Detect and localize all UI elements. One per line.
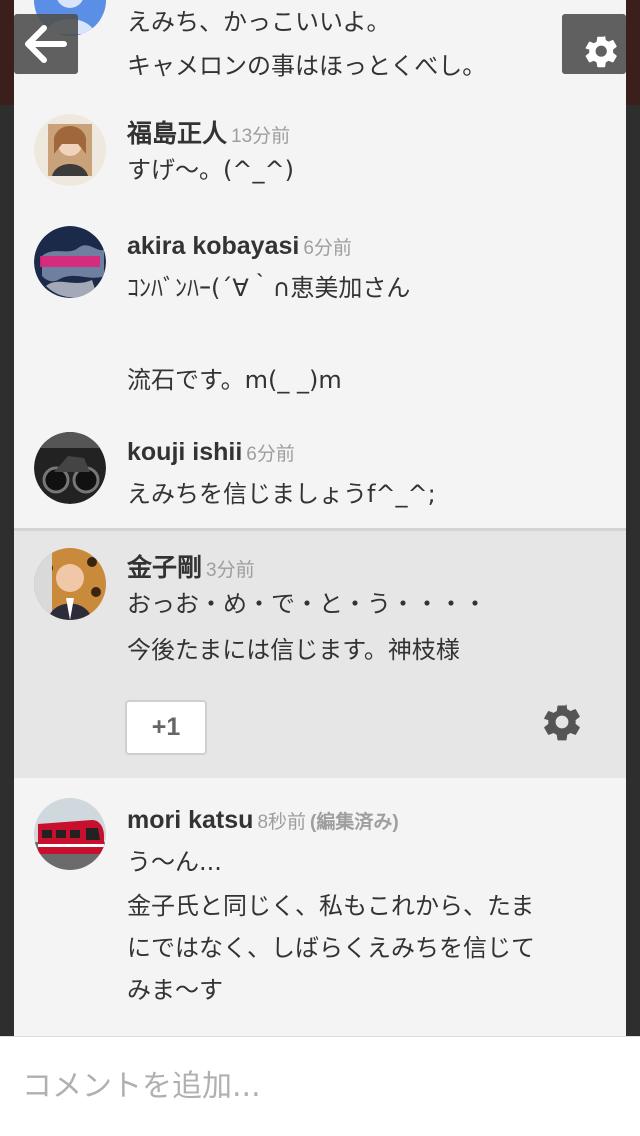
comment-text: 今後たまには信じます。神枝様 xyxy=(127,636,460,664)
comment-text: おっお・め・で・と・う・・・・ xyxy=(127,590,487,618)
background-right-edge xyxy=(626,105,640,1035)
timestamp: 8秒前 xyxy=(257,812,307,833)
avatar[interactable] xyxy=(34,548,106,620)
plus-one-button[interactable]: +1 xyxy=(125,700,207,755)
timestamp: 13分前 xyxy=(231,126,291,147)
background-left-edge xyxy=(0,105,14,1035)
comment-input[interactable] xyxy=(22,1063,612,1109)
author-name[interactable]: kouji ishii 6分前 xyxy=(127,438,295,467)
comment-panel[interactable]: えみち、かっこいいよ。 キャメロンの事はほっとくべし。 福島正人 13分前 すげ〜… xyxy=(14,0,626,1036)
avatar[interactable] xyxy=(34,798,106,870)
author-name[interactable]: akira kobayasi 6分前 xyxy=(127,232,352,261)
comment-text: ｺﾝﾊﾞﾝﾊｰ(´∀｀∩恵美加さん xyxy=(127,274,411,302)
settings-button[interactable] xyxy=(562,14,626,74)
gear-icon[interactable] xyxy=(540,700,584,744)
avatar[interactable] xyxy=(34,114,106,186)
back-button[interactable] xyxy=(14,14,78,74)
gear-icon xyxy=(585,35,617,68)
comment-text: すげ〜。(^_^) xyxy=(127,156,294,184)
comment-text: えみちを信じましょうf^_^; xyxy=(127,480,436,508)
timestamp: 3分前 xyxy=(206,560,255,581)
comment-text: にではなく、しばらくえみちを信じて xyxy=(127,934,535,962)
author-name[interactable]: 福島正人 13分前 xyxy=(127,114,290,150)
avatar[interactable] xyxy=(34,226,106,298)
comment-text: う〜ん... xyxy=(127,848,222,876)
avatar[interactable] xyxy=(34,432,106,504)
edited-label: (編集済み) xyxy=(310,812,399,833)
back-arrow-icon xyxy=(25,25,67,63)
comment-input-bar xyxy=(0,1036,640,1136)
comment-text: 金子氏と同じく、私もこれから、たま xyxy=(127,892,535,920)
timestamp: 6分前 xyxy=(246,444,295,465)
timestamp: 6分前 xyxy=(303,238,352,259)
comment-text: 流石です。m(_ _)m xyxy=(127,366,342,394)
comment-text: えみち、かっこいいよ。 xyxy=(127,8,391,36)
comment-text: キャメロンの事はほっとくべし。 xyxy=(127,52,487,80)
comment-text: みま〜す xyxy=(127,976,223,1004)
author-name[interactable]: 金子剛 3分前 xyxy=(127,548,255,584)
author-name[interactable]: mori katsu 8秒前 (編集済み) xyxy=(127,806,399,835)
